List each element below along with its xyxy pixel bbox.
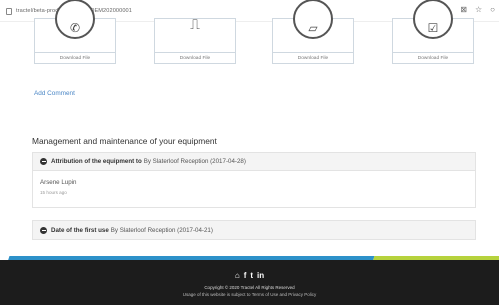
document-card[interactable]: ✆ Download File [34, 0, 116, 64]
document-card[interactable]: ▱ Download File [272, 0, 354, 64]
facebook-icon[interactable]: f [244, 271, 247, 280]
document-card[interactable]: ☑ Download File [392, 0, 474, 64]
terms-text[interactable]: Usage of this website is subject to Term… [0, 292, 499, 297]
maintenance-panel: Attribution of the equipment to By Slate… [32, 152, 476, 208]
collapse-icon[interactable] [40, 158, 47, 165]
download-file-button[interactable]: Download File [273, 52, 353, 63]
collapse-icon[interactable] [40, 226, 47, 234]
social-icons: ⌂ f t in [235, 271, 264, 280]
browser-toolbar: ⊠ ☆ ○ [460, 5, 495, 14]
download-file-button[interactable]: Download File [393, 52, 473, 63]
panel-title: Date of the first use [51, 226, 109, 234]
translate-icon[interactable]: ⊠ [460, 5, 467, 14]
phone-icon: ✆ [69, 21, 81, 35]
panel-meta: By Slaterloof Reception (2017-04-28) [143, 158, 246, 165]
page-content: ✆ Download File ⎍ Download File ▱ Downlo… [0, 0, 499, 305]
download-file-button[interactable]: Download File [155, 52, 235, 63]
panel-header[interactable]: Attribution of the equipment to By Slate… [33, 153, 475, 171]
add-comment-link[interactable]: Add Comment [34, 90, 75, 97]
maintenance-panel: Date of the first use By Slaterloof Rece… [32, 220, 476, 240]
lock-icon [6, 8, 12, 15]
timestamp: 15 hours ago [40, 190, 67, 195]
panel-meta: By Slaterloof Reception (2017-04-21) [110, 226, 213, 234]
profile-icon[interactable]: ○ [490, 5, 495, 14]
section-title: Management and maintenance of your equip… [32, 136, 217, 146]
book-icon: ⎍ [190, 16, 200, 32]
document-card[interactable]: ⎍ Download File [154, 16, 236, 64]
linkedin-icon[interactable]: in [257, 271, 264, 280]
panel-body: Arsene Lupin 15 hours ago [33, 171, 475, 207]
home-icon[interactable]: ⌂ [235, 271, 240, 280]
star-icon[interactable]: ☆ [475, 5, 482, 14]
panel-title: Attribution of the equipment to [51, 158, 142, 165]
document-icon: ▱ [308, 21, 318, 35]
download-file-button[interactable]: Download File [35, 52, 115, 63]
site-footer: ⌂ f t in Copyright © 2020 Tractel All Ri… [0, 260, 499, 305]
checklist-icon: ☑ [427, 21, 439, 35]
twitter-icon[interactable]: t [250, 271, 253, 280]
panel-header[interactable]: Date of the first use By Slaterloof Rece… [33, 221, 475, 239]
copyright-text: Copyright © 2020 Tractel All Rights Rese… [204, 285, 295, 290]
assignee-name: Arsene Lupin [40, 179, 77, 186]
documents-row: ✆ Download File ⎍ Download File ▱ Downlo… [0, 0, 499, 68]
